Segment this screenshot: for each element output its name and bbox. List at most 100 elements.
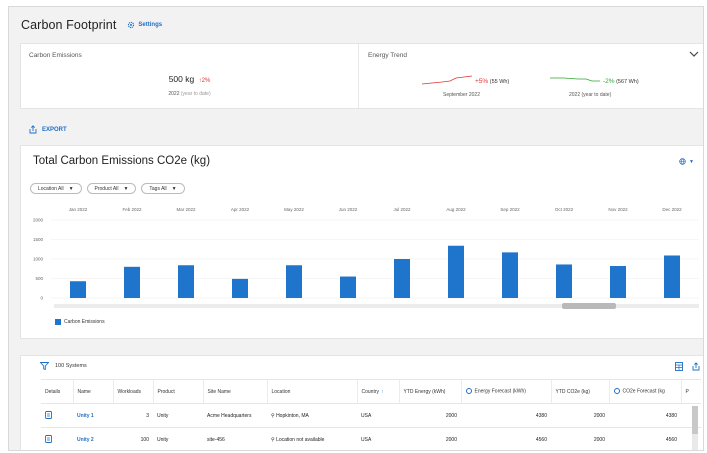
partial-cell [681,427,701,450]
column-workloads[interactable]: Workloads [112,379,153,404]
details-cell[interactable] [41,427,73,450]
trend2-period: 2022 (year to date) [569,92,612,98]
bar [70,281,86,298]
x-tick-label: Jan 2022 [69,207,88,212]
chevron-down-icon: ▼ [171,185,177,192]
column-energy-forecast-label: Energy Forecast (kWh) [474,388,526,395]
emissions-chart-card: Total Carbon Emissions CO2e (kg) ▼ Locat… [20,145,703,339]
system-name-link[interactable]: Unity 2 [73,427,113,450]
bar [394,259,410,298]
location-pin-icon: ⚲ [271,412,275,419]
systems-table: Details Name Workloads Product Site Name… [41,379,701,450]
x-tick-label: Mar 2022 [176,207,196,212]
details-cell[interactable] [41,403,73,428]
bar [340,276,356,298]
table-header-row: Details Name Workloads Product Site Name… [41,379,701,404]
emissions-period: 2022 (year to date) [21,91,358,97]
export-button[interactable]: EXPORT [29,125,67,134]
trend2: -2% (567 Wh) [603,78,639,85]
table-row: Unity 2 100 Unity site-456 ⚲ Location no… [41,427,701,450]
trend1: +5% (55 Wh) [475,78,509,85]
bar-chart: 0 500 1000 1500 2000 Jan 2022 Feb 2022 Mar 2022… [33,207,699,309]
column-product[interactable]: Product [152,379,203,404]
column-ytd-co2e[interactable]: YTD CO2e (kg) [550,379,609,404]
product-cell: Unity [153,427,203,450]
filter-tags[interactable]: Tags All ▼ [141,183,185,194]
bar [502,252,518,298]
app-window: Carbon Footprint Settings Carbon Emissio… [8,6,704,451]
globe-icon [679,158,686,165]
legend-label: Carbon Emissions [64,319,105,325]
trend1-sparkline [422,75,472,85]
energy-trend-summary: Energy Trend +5% (55 Wh) September 2022 … [360,44,703,108]
filter-tags-label: Tags All [149,185,167,192]
trend-label: Energy Trend [368,52,408,59]
scrollbar-thumb[interactable] [692,406,698,434]
info-icon [465,388,472,395]
sort-ascending-icon: ↑ [381,388,384,395]
x-tick-label: Oct 2022 [555,207,574,212]
y-tick-label: 2000 [33,218,44,223]
filter-location[interactable]: Location All ▼ [30,183,82,194]
chevron-down-icon: ▼ [689,158,694,165]
spreadsheet-icon[interactable] [675,362,683,371]
details-icon [45,410,52,419]
bar [178,265,194,298]
chevron-down-icon: ▼ [123,185,129,192]
chart-title: Total Carbon Emissions CO2e (kg) [33,155,211,167]
summary-card: Carbon Emissions 500 kg ↑2% 2022 (year t… [20,43,703,109]
chart-filters: Location All ▼ Product All ▼ Tags All ▼ [30,183,185,194]
co2e-forecast-cell: 4560 [609,427,681,450]
column-country[interactable]: Country ↑ [356,379,399,404]
ytd-co2e-cell: 2000 [551,427,609,450]
table-vertical-scrollbar[interactable] [692,406,698,450]
chevron-down-icon[interactable] [689,50,699,58]
x-tick-label: Dec 2022 [662,207,682,212]
column-name[interactable]: Name [72,379,113,404]
trend1-value: (55 Wh) [489,79,510,85]
settings-label: Settings [138,22,163,28]
trend2-change: -2% [603,78,615,85]
country-cell: USA [357,427,399,450]
info-icon [613,388,620,395]
x-tick-label: Feb 2022 [122,207,142,212]
filter-icon[interactable] [40,362,49,370]
column-site-name[interactable]: Site Name [202,379,267,404]
export-icon [29,125,37,134]
ytd-energy-cell: 2000 [399,403,461,428]
column-details[interactable]: Details [41,379,73,404]
location-text: Hopkinton, MA [276,412,309,419]
filter-product[interactable]: Product All ▼ [86,183,137,194]
chart-options-button[interactable]: ▼ [679,158,694,165]
co2e-forecast-cell: 4380 [609,403,681,428]
location-cell: ⚲ Hopkinton, MA [267,403,357,428]
site-cell: site-456 [203,427,267,450]
bar [124,266,140,298]
bar [232,278,248,298]
location-cell: ⚲ Location not available [267,427,357,450]
page-header: Carbon Footprint Settings [9,7,703,43]
settings-link[interactable]: Settings [127,21,162,29]
column-country-label: Country [361,388,380,395]
filter-product-label: Product All [94,185,119,192]
y-tick-label: 1000 [33,257,44,262]
export-icon[interactable] [692,362,700,371]
bar [664,255,680,298]
systems-count: 100 Systems [55,363,87,369]
ytd-energy-cell: 2000 [399,427,461,450]
emissions-year-note: (year to date) [180,91,211,97]
column-partial[interactable]: P [680,379,701,404]
system-name-link[interactable]: Unity 1 [73,403,113,428]
trend2-value: (567 Wh) [616,79,639,85]
column-location[interactable]: Location [266,379,357,404]
y-tick-label: 500 [35,276,43,281]
details-icon [45,434,52,443]
filter-location-label: Location All [38,185,64,192]
bar [286,265,302,298]
column-ytd-energy[interactable]: YTD Energy (kWh) [398,379,461,404]
emissions-label: Carbon Emissions [29,52,82,59]
column-energy-forecast[interactable]: Energy Forecast (kWh) [460,379,551,404]
x-tick-label: Jul 2022 [393,207,411,212]
column-co2e-forecast[interactable]: CO2e Forecast (kg [608,379,681,404]
chart-scroll-thumb [562,303,616,309]
